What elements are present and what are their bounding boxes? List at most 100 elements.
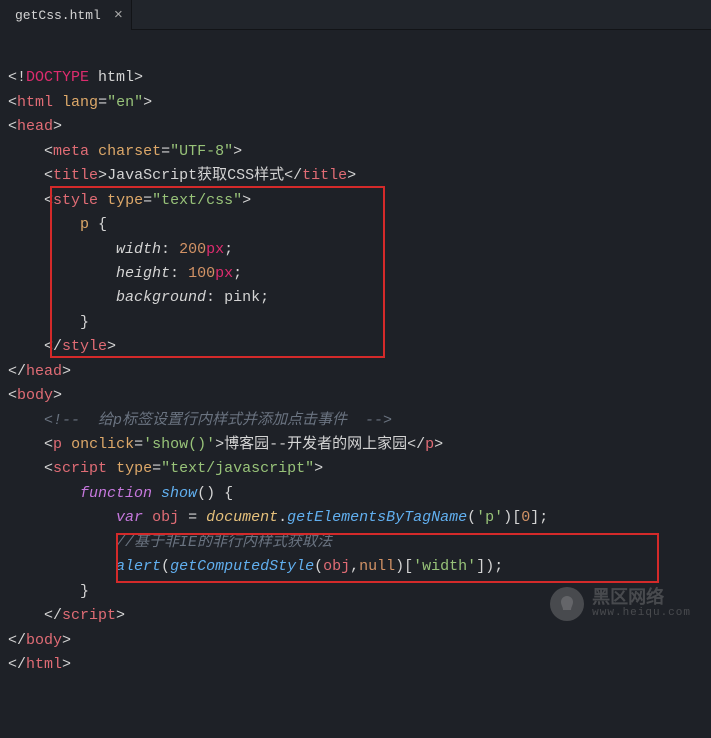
t: html [26,656,62,673]
t: () { [197,485,233,502]
t: //基于非IE的非行内样式获取法 [116,534,332,551]
t: ; [233,265,242,282]
t: < [8,118,17,135]
code-line: //基于非IE的非行内样式获取法 [8,534,332,551]
t: < [44,167,53,184]
t: <! [8,69,26,86]
t: JavaScript获取CSS样式 [107,167,284,184]
t [8,192,44,209]
t: < [44,436,53,453]
t: ]); [476,558,503,575]
t [143,509,152,526]
t: > [62,363,71,380]
t: "text/javascript" [161,460,314,477]
t: > [116,607,125,624]
t: "en" [107,94,143,111]
t: type [116,460,152,477]
t [8,241,116,258]
t: body [26,632,62,649]
t [107,460,116,477]
t: } [80,314,89,331]
code-line: p { [8,216,107,233]
tab-filename: getCss.html [15,8,101,23]
t: getElementsByTagName [287,509,467,526]
t [8,558,116,575]
t: 'width' [413,558,476,575]
t: html [89,69,134,86]
t [8,534,116,551]
t [89,143,98,160]
t: = [179,509,206,526]
t: show [161,485,197,502]
t [8,265,116,282]
t [8,338,44,355]
t: > [314,460,323,477]
code-line: </head> [8,363,71,380]
code-line: </script> [8,607,125,624]
code-line: height: 100px; [8,265,242,282]
t: p [80,216,89,233]
code-line: var obj = document.getElementsByTagName(… [8,509,548,526]
t: html [17,94,53,111]
code-line: } [8,583,89,600]
t: > [215,436,224,453]
code-line: width: 200px; [8,241,233,258]
t: document [206,509,278,526]
t [8,460,44,477]
t: : [161,241,179,258]
t: ( [467,509,476,526]
t: = [98,94,107,111]
t: null [359,558,395,575]
t: 'p' [476,509,503,526]
t: </ [44,607,62,624]
t: head [17,118,53,135]
t: lang [62,94,98,111]
t [8,583,80,600]
t: obj [323,558,350,575]
t: "text/css" [152,192,242,209]
tab-bar: getCss.html × [0,0,711,30]
t: </ [8,656,26,673]
t: < [8,387,17,404]
t: 200 [179,241,206,258]
t: pink [224,289,260,306]
t: > [53,387,62,404]
t: = [143,192,152,209]
t: <!-- 给p标签设置行内样式并添加点击事件 --> [44,412,392,429]
close-icon[interactable]: × [114,8,123,23]
t [8,216,80,233]
t: > [53,118,62,135]
t: > [434,436,443,453]
t: > [62,632,71,649]
t: , [350,558,359,575]
t: ]; [530,509,548,526]
t: > [98,167,107,184]
t: > [134,69,143,86]
t: > [242,192,251,209]
t: charset [98,143,161,160]
t: body [17,387,53,404]
code-line: <html lang="en"> [8,94,152,111]
t: < [44,143,53,160]
t: getComputedStyle [170,558,314,575]
t: : [170,265,188,282]
code-line: <!DOCTYPE html> [8,69,143,86]
code-editor[interactable]: <!DOCTYPE html> <html lang="en"> <head> … [0,30,711,738]
t: p [425,436,434,453]
t [62,436,71,453]
t: </ [284,167,302,184]
code-line: <head> [8,118,62,135]
t: width [116,241,161,258]
t: style [62,338,107,355]
t: ( [314,558,323,575]
code-line: function show() { [8,485,233,502]
t: px [206,241,224,258]
tab-file[interactable]: getCss.html × [0,0,132,30]
t: head [26,363,62,380]
t: = [134,436,143,453]
t: title [53,167,98,184]
t: "UTF-8" [170,143,233,160]
t [8,412,44,429]
t: height [116,265,170,282]
t: = [161,143,170,160]
